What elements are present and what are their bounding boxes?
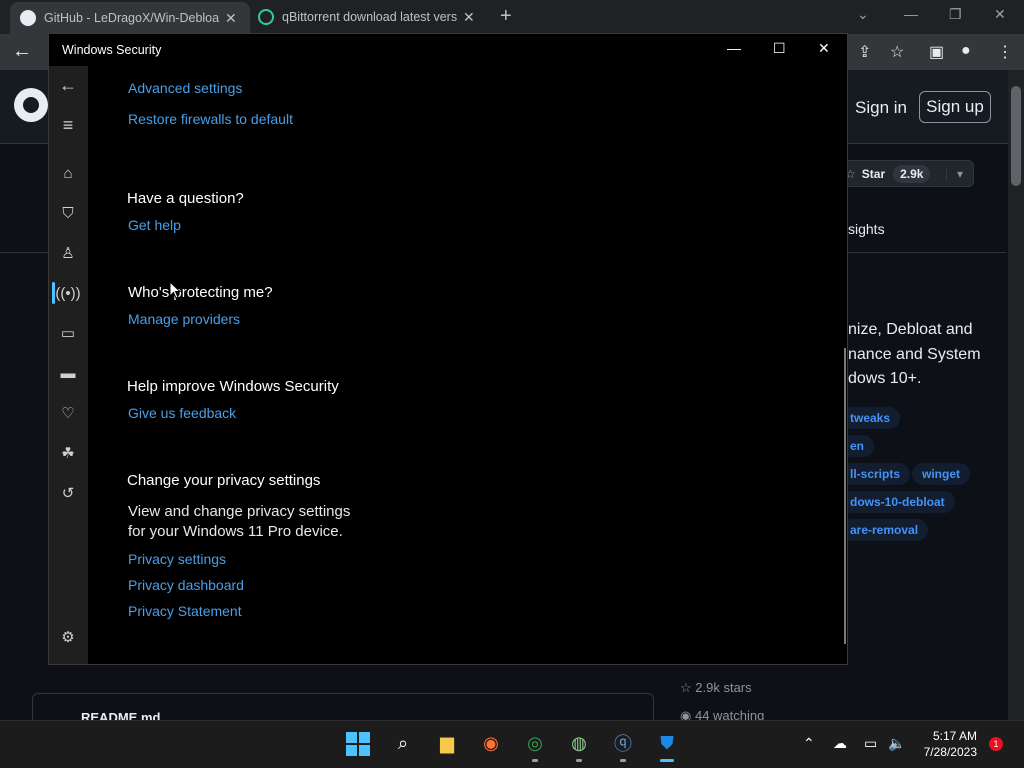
browser-menu-icon[interactable]: ⋮ bbox=[997, 42, 1013, 62]
shield-icon[interactable]: ⛉ bbox=[58, 203, 78, 223]
question-heading: Have a question? bbox=[127, 190, 244, 207]
settings-icon[interactable]: ⚙ bbox=[58, 627, 78, 647]
topic-tag[interactable]: dows-10-debloat bbox=[840, 491, 955, 513]
share-icon[interactable]: ⇪ bbox=[858, 42, 871, 62]
manage-providers-link[interactable]: Manage providers bbox=[128, 311, 240, 327]
firewall-network-icon[interactable]: ((•)) bbox=[55, 283, 80, 303]
improve-heading: Help improve Windows Security bbox=[127, 378, 339, 395]
show-hidden-icons-icon[interactable]: ⌃ bbox=[803, 735, 815, 752]
windows-security-window bbox=[48, 33, 848, 665]
star-count: 2.9k bbox=[893, 164, 931, 183]
chevron-down-icon[interactable]: ▾ bbox=[945, 166, 963, 181]
installer-icon[interactable]: ◍ bbox=[566, 730, 592, 756]
onedrive-icon[interactable]: ☁ bbox=[833, 735, 847, 752]
close-tab-icon[interactable]: ✕ bbox=[225, 10, 237, 27]
get-help-link[interactable]: Get help bbox=[128, 217, 181, 233]
star-button[interactable]: ☆ Star 2.9k ▾ bbox=[836, 160, 974, 187]
topic-tag[interactable]: winget bbox=[912, 463, 970, 485]
start-button[interactable] bbox=[346, 732, 370, 756]
tab-qbittorrent[interactable]: qBittorrent download latest versi ✕ bbox=[258, 0, 490, 34]
family-icon[interactable]: ☘ bbox=[58, 443, 78, 463]
topic-tag[interactable]: tweaks bbox=[840, 407, 901, 429]
stars-text: 2.9k stars bbox=[695, 680, 752, 695]
tab-insights[interactable]: sights bbox=[848, 221, 885, 237]
privacy-heading: Change your privacy settings bbox=[127, 472, 321, 489]
back-icon[interactable]: ← bbox=[58, 75, 78, 95]
active-indicator bbox=[660, 759, 674, 762]
star-label: Star bbox=[861, 166, 886, 181]
history-icon[interactable]: ↺ bbox=[58, 483, 78, 503]
chrome-icon[interactable]: ◎ bbox=[522, 730, 548, 756]
topic-tag[interactable]: ll-scripts bbox=[840, 463, 911, 485]
protecting-heading: Who's protecting me? bbox=[128, 284, 273, 301]
tab-label: qBittorrent download latest versi bbox=[282, 10, 457, 24]
menu-icon[interactable]: ≡ bbox=[58, 115, 78, 135]
browser-restore-icon[interactable]: ❐ bbox=[949, 6, 962, 23]
page-scrollbar-thumb[interactable] bbox=[1011, 86, 1021, 186]
about-line: nance and System bbox=[848, 345, 981, 363]
star-icon: ☆ bbox=[680, 680, 696, 695]
readme-header[interactable]: README.md bbox=[32, 693, 654, 723]
device-security-icon[interactable]: ▬ bbox=[58, 363, 78, 383]
clock-time[interactable]: 5:17 AM bbox=[915, 729, 977, 743]
file-explorer-icon[interactable]: ▆ bbox=[434, 730, 460, 756]
sign-up-button[interactable]: Sign up bbox=[919, 91, 991, 123]
app-browser-icon[interactable]: ▭ bbox=[58, 323, 78, 343]
privacy-description: View and change privacy settings for you… bbox=[128, 503, 351, 540]
home-icon[interactable]: ⌂ bbox=[58, 163, 78, 183]
topic-tag[interactable]: are-removal bbox=[840, 519, 929, 541]
about-line: dows 10+. bbox=[848, 370, 922, 387]
side-panel-icon[interactable]: ▣ bbox=[929, 42, 944, 62]
browser-minimize-icon[interactable]: — bbox=[904, 6, 918, 22]
running-indicator bbox=[620, 759, 626, 762]
search-icon[interactable]: ⌕ bbox=[390, 730, 416, 756]
close-icon[interactable]: ✕ bbox=[818, 40, 830, 57]
running-indicator bbox=[576, 759, 582, 762]
running-indicator bbox=[532, 759, 538, 762]
browser-close-icon[interactable]: ✕ bbox=[994, 6, 1006, 23]
sign-in-link[interactable]: Sign in bbox=[855, 98, 907, 118]
volume-icon[interactable]: 🔈 bbox=[888, 735, 905, 752]
github-favicon-icon bbox=[20, 10, 36, 26]
browser-back-icon[interactable]: ← bbox=[12, 40, 32, 63]
give-feedback-link[interactable]: Give us feedback bbox=[128, 405, 236, 421]
new-tab-icon[interactable]: + bbox=[500, 5, 512, 28]
tab-label: GitHub - LeDragoX/Win-Debloat bbox=[44, 11, 219, 25]
mouse-cursor-icon bbox=[169, 281, 181, 299]
clock-date[interactable]: 7/28/2023 bbox=[915, 745, 977, 759]
minimize-icon[interactable]: — bbox=[727, 40, 741, 56]
firefox-icon[interactable]: ◉ bbox=[478, 730, 504, 756]
stars-stat[interactable]: ☆ 2.9k stars bbox=[680, 680, 752, 696]
window-title: Windows Security bbox=[62, 43, 162, 57]
advanced-settings-link[interactable]: Advanced settings bbox=[128, 80, 242, 96]
notification-badge[interactable]: 1 bbox=[989, 737, 1003, 751]
windows-security-taskbar-icon[interactable]: ⛊ bbox=[654, 730, 680, 756]
privacy-settings-link[interactable]: Privacy settings bbox=[128, 551, 226, 567]
tab-github[interactable]: GitHub - LeDragoX/Win-Debloat ✕ bbox=[10, 2, 250, 34]
close-tab-icon[interactable]: ✕ bbox=[463, 9, 475, 26]
loading-favicon-icon bbox=[258, 9, 274, 25]
account-icon[interactable]: ♙ bbox=[58, 243, 78, 263]
tab-search-icon[interactable]: ⌄ bbox=[857, 6, 869, 23]
privacy-dashboard-link[interactable]: Privacy dashboard bbox=[128, 577, 244, 593]
content-scrollbar[interactable] bbox=[844, 348, 846, 644]
qbittorrent-icon[interactable]: ⓠ bbox=[610, 730, 636, 756]
about-description: nize, Debloat and nance and System dows … bbox=[848, 318, 1008, 392]
about-line: nize, Debloat and bbox=[848, 321, 973, 338]
privacy-statement-link[interactable]: Privacy Statement bbox=[128, 603, 242, 619]
device-health-icon[interactable]: ♡ bbox=[58, 403, 78, 423]
profile-icon[interactable]: ● bbox=[961, 42, 971, 60]
bookmark-star-icon[interactable]: ☆ bbox=[890, 42, 904, 62]
restore-firewalls-link[interactable]: Restore firewalls to default bbox=[128, 111, 293, 127]
network-icon[interactable]: ▭ bbox=[864, 735, 877, 752]
github-logo-icon[interactable] bbox=[14, 88, 48, 122]
maximize-icon[interactable]: ☐ bbox=[773, 40, 786, 57]
